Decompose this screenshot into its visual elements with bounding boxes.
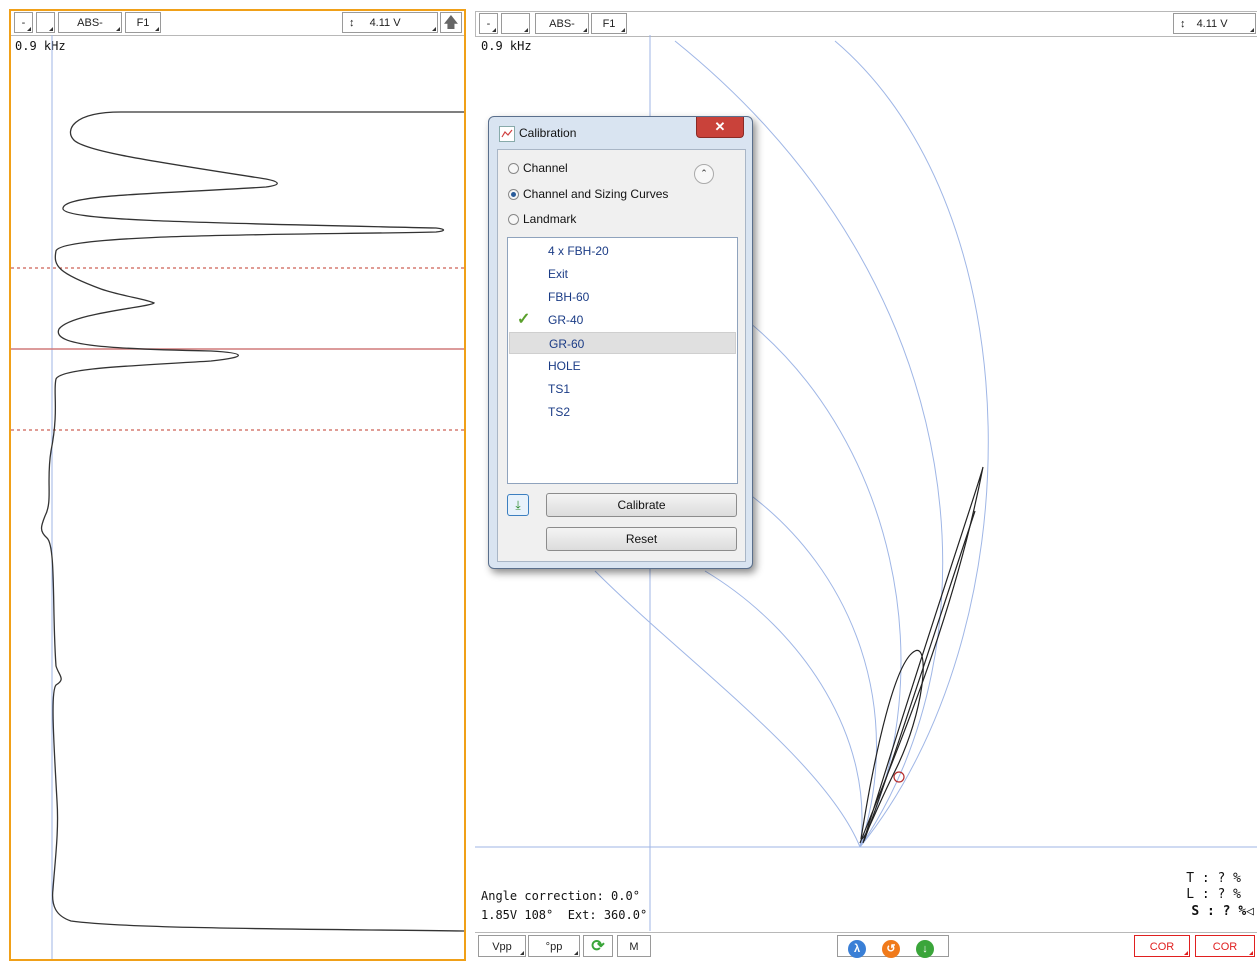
list-item-label: GR-40: [548, 313, 584, 327]
list-item[interactable]: FBH-60: [509, 286, 736, 308]
vpp-label: Vpp: [492, 941, 512, 953]
list-item-selected[interactable]: GR-60: [509, 332, 736, 354]
radio-channel-sizing-circle[interactable]: [508, 189, 519, 200]
list-item-label: Exit: [548, 267, 569, 281]
radio-landmark[interactable]: Landmark: [508, 212, 576, 226]
collapse-chevron-icon[interactable]: ⌃: [694, 164, 714, 184]
cor-dropdown-2[interactable]: COR: [1195, 935, 1255, 957]
close-button[interactable]: ✕: [696, 117, 744, 138]
degree-pp-dropdown[interactable]: °pp: [528, 935, 580, 957]
strip-chart-svg: [11, 35, 464, 959]
checkmark-icon: ✓: [517, 311, 531, 328]
list-item[interactable]: ✓ GR-40: [509, 309, 736, 331]
cor-label-2: COR: [1212, 941, 1238, 953]
download-icon[interactable]: ↓: [916, 940, 934, 958]
list-item[interactable]: Exit: [509, 263, 736, 285]
list-item[interactable]: 4 x FBH-20: [509, 240, 736, 262]
radio-channel[interactable]: Channel: [508, 161, 568, 175]
radio-landmark-circle[interactable]: [508, 214, 519, 225]
vpp-dropdown[interactable]: Vpp: [478, 935, 526, 957]
list-item-label: TS2: [548, 405, 571, 419]
list-item[interactable]: TS2: [509, 401, 736, 423]
degree-pp-label: °pp: [545, 941, 563, 953]
radio-channel-circle[interactable]: [508, 163, 519, 174]
list-item-label: FBH-60: [548, 290, 590, 304]
plane-actions-group: λ ↺ ↓: [837, 935, 949, 958]
impedance-bottom-bar: Vpp °pp ⟳ M λ ↺ ↓ COR COR: [475, 932, 1257, 959]
angle-correction-text: Angle correction: 0.0°: [481, 889, 640, 903]
cor-label-1: COR: [1149, 941, 1175, 953]
calibrate-button[interactable]: Calibrate: [546, 493, 737, 517]
m-button[interactable]: M: [617, 935, 651, 957]
lissajous-signal: [859, 466, 984, 844]
strip-signal-trace: [40, 111, 464, 932]
dialog-title: Calibration: [519, 126, 577, 140]
list-item-label: HOLE: [548, 359, 581, 373]
readout-text: 1.85V 108° Ext: 360.0°: [481, 908, 648, 922]
lambda-icon[interactable]: λ: [848, 940, 866, 958]
cor-dropdown-1[interactable]: COR: [1134, 935, 1190, 957]
strip-chart-panel[interactable]: - ABS- F1 ↕ 4.11 V 🡅 0.9 kHz: [9, 9, 466, 961]
radio-landmark-label: Landmark: [523, 212, 577, 226]
curve-listbox[interactable]: 4 x FBH-20 Exit FBH-60 ✓ GR-40 GR-60 HOLE…: [507, 237, 738, 484]
calibration-app-icon: [499, 126, 515, 142]
rotate-icon[interactable]: ↺: [882, 940, 900, 958]
radio-channel-and-sizing-curves[interactable]: Channel and Sizing Curves: [508, 187, 668, 201]
l-percent-label: L : ? %: [1186, 887, 1241, 902]
reset-button[interactable]: Reset: [546, 527, 737, 551]
list-item-label: TS1: [548, 382, 571, 396]
t-percent-label: T : ? %: [1186, 871, 1241, 886]
calibration-dialog: Calibration ✕ Channel Channel and Sizing…: [488, 116, 753, 569]
s-percent-label: S : ? %◁: [1191, 904, 1254, 919]
save-curve-icon[interactable]: ⤓: [507, 494, 529, 516]
radio-channel-label: Channel: [523, 161, 568, 175]
dialog-client-area: Channel Channel and Sizing Curves Landma…: [497, 149, 746, 562]
list-item[interactable]: TS1: [509, 378, 736, 400]
refresh-icon[interactable]: ⟳: [583, 935, 613, 957]
radio-channel-sizing-label: Channel and Sizing Curves: [523, 187, 669, 201]
m-label: M: [629, 941, 639, 953]
list-item-label: 4 x FBH-20: [548, 244, 609, 258]
list-item-label: GR-60: [549, 337, 585, 351]
list-item[interactable]: HOLE: [509, 355, 736, 377]
